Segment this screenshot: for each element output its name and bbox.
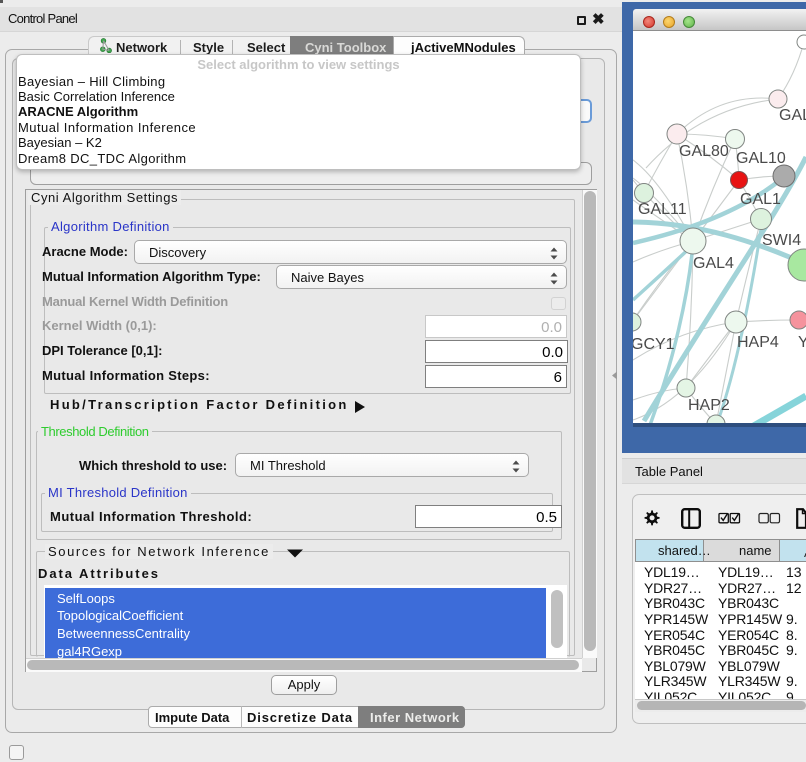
svg-text:HAP4: HAP4: [737, 334, 779, 351]
svg-text:GAL4: GAL4: [693, 255, 734, 272]
svg-text:Y: Y: [798, 334, 806, 351]
svg-text:GCY1: GCY1: [633, 336, 675, 353]
svg-text:GAL1: GAL1: [740, 191, 781, 208]
svg-text:GAL: GAL: [779, 107, 806, 124]
svg-text:GAL80: GAL80: [679, 143, 729, 160]
svg-text:GAL10: GAL10: [736, 150, 786, 167]
svg-text:HAP2: HAP2: [688, 397, 730, 414]
svg-text:SWI4: SWI4: [762, 232, 801, 249]
svg-text:GAL11: GAL11: [638, 201, 687, 218]
